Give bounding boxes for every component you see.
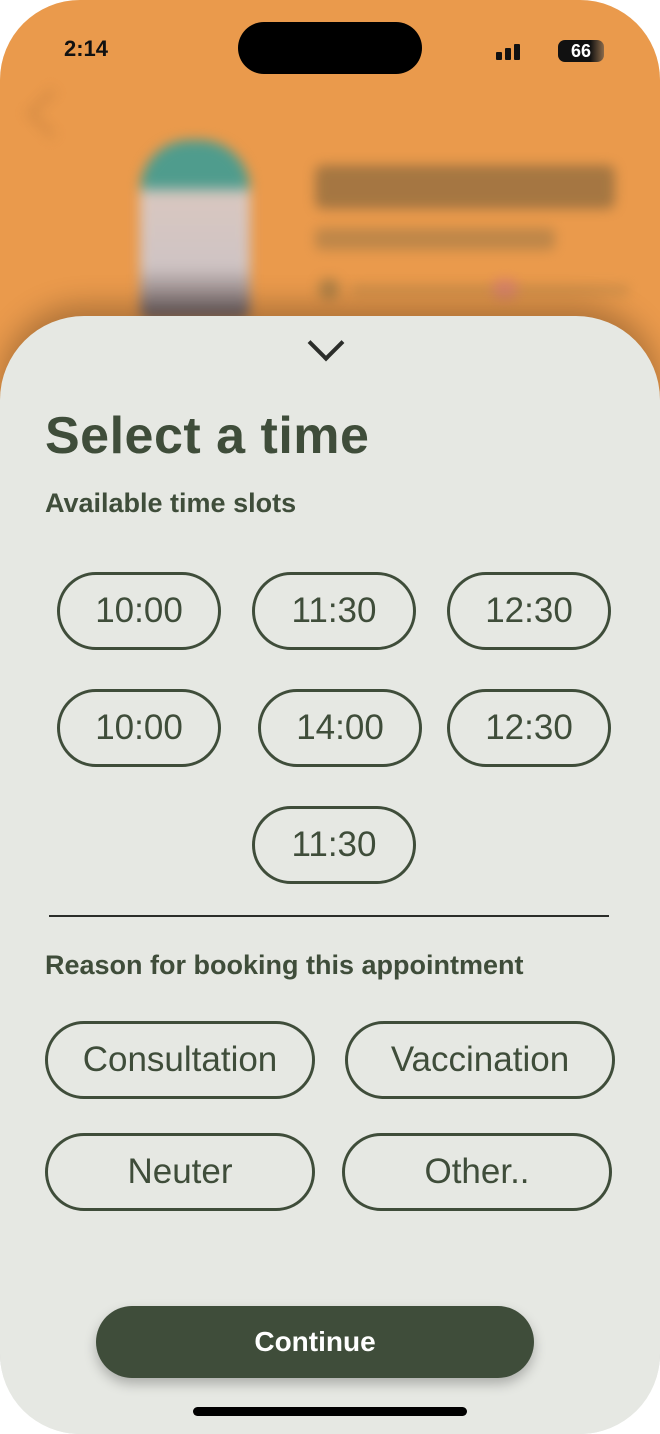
divider <box>49 915 609 917</box>
reason-neuter-button[interactable]: Neuter <box>45 1133 315 1211</box>
reason-vaccination-button[interactable]: Vaccination <box>345 1021 615 1099</box>
profile-subtitle-blurred <box>315 228 555 250</box>
page-title: Select a time <box>45 407 370 465</box>
time-slot-button[interactable]: 10:00 <box>57 689 221 767</box>
battery-icon: 66 <box>558 40 604 62</box>
time-slot-button[interactable]: 12:30 <box>447 689 611 767</box>
avatar <box>140 140 250 320</box>
badge-icon-blurred <box>492 278 518 300</box>
reason-other-button[interactable]: Other.. <box>342 1133 612 1211</box>
reason-consultation-button[interactable]: Consultation <box>45 1021 315 1099</box>
status-time: 2:14 <box>64 36 109 61</box>
time-slot-button[interactable]: 11:30 <box>252 572 416 650</box>
continue-button[interactable]: Continue <box>96 1306 534 1378</box>
signal-icon <box>496 42 524 60</box>
time-slot-button[interactable]: 11:30 <box>252 806 416 884</box>
profile-info-blurred <box>350 285 630 295</box>
time-slot-button[interactable]: 10:00 <box>57 572 221 650</box>
time-slots-label: Available time slots <box>45 488 297 518</box>
profile-name-blurred <box>315 165 615 209</box>
info-icon-blurred <box>318 278 340 300</box>
time-slot-button[interactable]: 14:00 <box>258 689 422 767</box>
home-indicator[interactable] <box>193 1407 467 1416</box>
time-slot-button[interactable]: 12:30 <box>447 572 611 650</box>
dynamic-island <box>238 22 422 74</box>
phone-screen: 2:14 66 Select a time Available time slo… <box>0 0 660 1434</box>
back-arrow-icon[interactable] <box>26 88 77 139</box>
reason-label: Reason for booking this appointment <box>45 950 524 980</box>
